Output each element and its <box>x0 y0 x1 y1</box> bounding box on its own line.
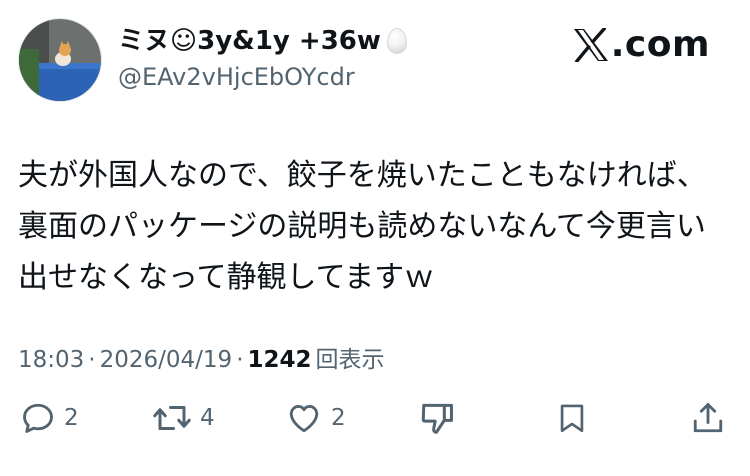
avatar[interactable] <box>18 18 102 102</box>
x-logo-icon <box>573 27 608 62</box>
reply-button[interactable]: 2 <box>20 396 79 440</box>
tweet-date[interactable]: 2026/04/19 <box>100 347 233 373</box>
heart-icon <box>289 405 319 433</box>
tweet-line: 裏面のパッケージの説明も読めないなんて今更言い <box>18 209 706 244</box>
bookmark-button[interactable] <box>555 396 589 440</box>
retweet-icon <box>153 406 191 430</box>
egg-icon <box>386 28 407 54</box>
brand-text: .com <box>610 24 710 65</box>
dislike-button[interactable] <box>419 396 457 440</box>
view-count: 1242 <box>247 347 312 373</box>
meta-separator: · <box>88 347 96 373</box>
user-handle[interactable]: @EAv2vHjcEbOYcdr <box>118 62 355 92</box>
x-brand[interactable]: .com <box>573 24 710 65</box>
tweet-line: 夫が外国人なので、餃子を焼いたこともなければ、 <box>18 158 707 193</box>
tweet-line: 出せなくなって静観してますｗ <box>18 260 435 295</box>
share-icon <box>693 403 723 433</box>
like-button[interactable]: 2 <box>285 396 346 440</box>
bookmark-icon <box>560 404 584 433</box>
thumbs-down-icon <box>421 403 453 434</box>
meta-separator: · <box>236 347 244 373</box>
display-name-text: ミヌ☺3y&1y +36w <box>118 26 381 56</box>
tweet-text: 夫が外国人なので、餃子を焼いたこともなければ、 裏面のパッケージの説明も読めない… <box>18 150 733 303</box>
reply-count: 2 <box>64 405 79 431</box>
view-label: 回表示 <box>315 347 385 373</box>
avatar-image <box>19 19 101 101</box>
action-bar: 2 4 2 <box>0 396 750 440</box>
retweet-button[interactable]: 4 <box>152 396 215 440</box>
tweet-meta: 18:03 · 2026/04/19 · 1242 回表示 <box>18 340 385 374</box>
like-count: 2 <box>331 405 346 431</box>
display-name[interactable]: ミヌ☺3y&1y +36w <box>118 24 407 58</box>
share-button[interactable] <box>690 396 726 440</box>
retweet-count: 4 <box>200 405 215 431</box>
tweet-time[interactable]: 18:03 <box>18 347 84 373</box>
reply-icon <box>23 403 53 433</box>
